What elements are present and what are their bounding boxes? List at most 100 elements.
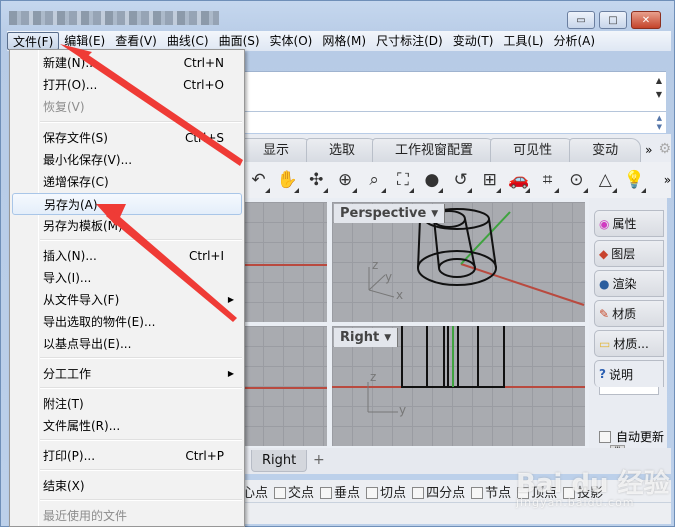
orbit-icon[interactable]: ✣ [305,167,328,194]
input-spinner-icon[interactable]: ▲ ▼ [657,114,662,132]
file-menu-item[interactable]: 导入(I)... [12,267,242,289]
menu-item[interactable]: 曲线(C) [162,32,214,50]
cplane-icon[interactable]: ⌗ [536,167,559,194]
axis-label-y: y [385,270,393,284]
osnap-checkbox[interactable] [320,487,333,499]
history-scroll-icon[interactable]: ▲ ▼ [656,74,662,102]
osnap-item[interactable]: 中心点 [241,482,268,501]
viewport-perspective[interactable]: z y x Perspective ▼ [332,202,585,322]
menu-item[interactable]: 变动(T) [448,32,499,50]
file-menu-item[interactable]: 分工工作 ▶ [12,363,242,385]
view-toolbar: ↶ ✋ ✣ ⊕ ⌕ ⛶ ● ↺ ⊞ 🚗 ⌗ ⊙ △ 💡 » [241,162,671,198]
menu-item[interactable]: 编辑(E) [59,32,110,50]
viewport-title-perspective[interactable]: Perspective ▼ [334,204,446,223]
menu-separator [40,387,242,389]
toolbar-tab[interactable]: 变动 [569,138,642,162]
gear-icon[interactable]: ⚙ [656,141,671,162]
side-tab[interactable]: ✎ 材质 [594,300,664,327]
osnap-item[interactable]: 垂点 [320,482,360,501]
file-menu-item[interactable]: 新建(N)... Ctrl+N [12,52,242,74]
tab-right-viewport[interactable]: Right [251,450,308,472]
close-button[interactable]: ✕ [631,11,661,29]
osnap-checkbox[interactable] [412,487,425,499]
chevron-down-icon[interactable]: ▼ [431,209,438,219]
viewport-right[interactable]: z y Right ▼ [332,326,585,446]
osnap-item[interactable]: 四分点 [412,482,465,501]
file-menu-item[interactable]: 最小化保存(V)... [12,149,242,171]
osnap-checkbox[interactable] [471,487,484,499]
rotate-view-icon[interactable]: ↶ [247,167,270,194]
tabs-overflow-icon[interactable]: » [635,143,656,162]
osnap-checkbox[interactable] [366,487,379,499]
undo-view-icon[interactable]: ↺ [449,167,473,194]
menu-separator [40,499,242,501]
file-menu-item[interactable]: 文件属性(R)... [12,415,242,437]
menu-item[interactable]: 网格(M) [317,32,371,50]
osnap-item[interactable]: 节点 [471,482,511,501]
file-menu-item[interactable]: 打印(P)... Ctrl+P [12,445,242,467]
maximize-button[interactable]: □ [599,11,627,29]
car-render-icon[interactable]: 🚗 [507,167,531,194]
toolbar-tab-strip: 显示 选取 工作视窗配置 可见性 变动» ⚙ [240,134,671,162]
osnap-label: 切点 [380,485,407,501]
shapes-icon[interactable]: △ [594,167,617,194]
minimize-button[interactable]: ▭ [567,11,595,29]
auto-update-checkbox[interactable] [599,430,611,443]
file-menu-item[interactable]: 另存为模板(M)... [12,215,242,237]
side-tab[interactable]: ● 渲染 [594,270,664,297]
file-menu-item[interactable]: 另存为(A) [12,193,242,215]
side-tab[interactable]: ? 说明 [594,360,664,387]
osnap-checkbox[interactable] [274,487,287,499]
file-menu-item[interactable]: 以基点导出(E)... [12,333,242,355]
light-bulb-icon[interactable]: 💡 [623,167,646,194]
file-menu-item[interactable]: 附注(T) [12,393,242,415]
axis-label-z: z [372,258,379,272]
file-menu-item[interactable]: 结束(X) [12,475,242,497]
add-viewport-icon[interactable]: + [313,452,325,468]
file-menu-item[interactable]: 递增保存(C) [12,171,242,193]
menu-item[interactable]: 查看(V) [110,32,162,50]
menu-item-label: 分工工作 [43,367,92,381]
set-view-icon[interactable]: ⊙ [565,167,588,194]
file-menu-item[interactable]: 从文件导入(F) ▶ [12,289,242,311]
zoom-dynamic-icon[interactable]: ⊕ [334,167,357,194]
menu-item[interactable]: 文件(F) [7,32,60,50]
menu-item[interactable]: 工具(L) [498,32,548,50]
tool-glyph: ⌕ [369,170,379,190]
auto-update-toggle[interactable]: 自动更新 [599,428,664,445]
menu-item[interactable]: 曲面(S) [214,32,265,50]
menu-item[interactable]: 分析(A) [548,32,600,50]
menu-item-shortcut: Ctrl+I [189,249,224,263]
zoom-selected-icon[interactable]: ● [420,167,444,194]
osnap-item[interactable]: 交点 [274,482,314,501]
pan-hand-icon[interactable]: ✋ [276,167,299,194]
file-menu-item[interactable]: 插入(N)... Ctrl+I [12,245,242,267]
file-menu-item[interactable]: 打开(O)... Ctrl+O [12,74,242,96]
menu-separator [40,469,242,471]
side-tab[interactable]: ◆ 图层 [594,240,664,267]
file-menu-item: 恢复(V) [12,96,242,118]
flyout-corner-icon [525,187,531,193]
side-tab[interactable]: ◉ 属性 [594,210,664,237]
viewport-front[interactable] [243,326,327,446]
menu-item[interactable]: 实体(O) [265,32,318,50]
osnap-item[interactable]: 切点 [366,482,406,501]
chevron-down-icon[interactable]: ▼ [384,333,391,343]
file-menu-item[interactable]: 保存文件(S) Ctrl+S [12,127,242,149]
zoom-extents-icon[interactable]: ⛶ [392,167,415,194]
viewport-title-right[interactable]: Right ▼ [334,328,399,347]
menu-item[interactable]: 尺寸标注(D) [371,32,448,50]
toolbar-tab[interactable]: 显示 [240,138,313,162]
toolbar-tab[interactable]: 选取 [306,138,379,162]
toolbar-overflow-icon[interactable]: » [664,173,671,187]
menu-item-label: 导入(I)... [43,271,92,285]
zoom-window-icon[interactable]: ⌕ [363,167,386,194]
file-menu-item[interactable]: 导出选取的物件(E)... [12,311,242,333]
toolbar-tab[interactable]: 可见性 [490,138,576,162]
axis-label-x: x [396,288,404,302]
viewport-top[interactable] [243,202,327,322]
side-tab[interactable]: ▭ 材质... [594,330,664,357]
toolbar-tab[interactable]: 工作视窗配置 [372,138,497,162]
four-viewports-icon[interactable]: ⊞ [478,167,502,194]
command-input[interactable]: ▲ ▼ [241,111,666,133]
